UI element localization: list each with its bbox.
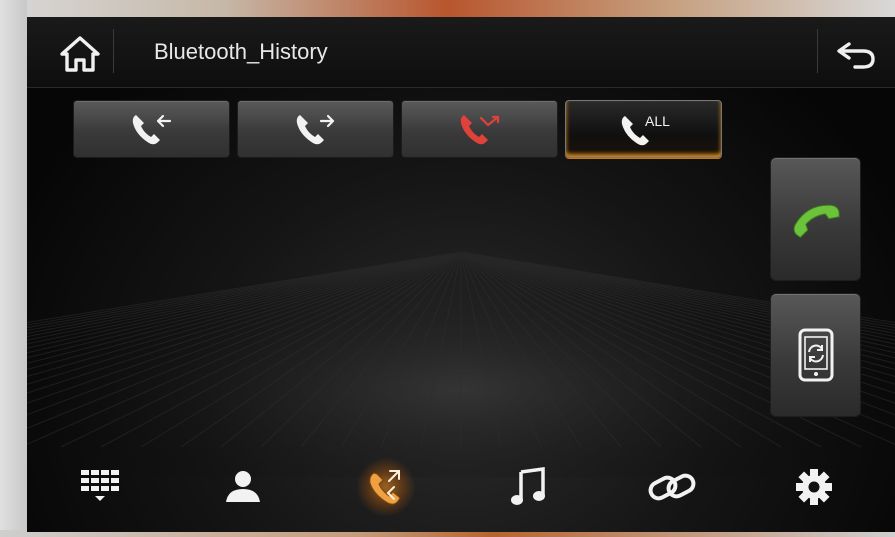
- header-bar: Bluetooth_History: [27, 17, 895, 88]
- music-note-icon: [511, 466, 545, 505]
- tab-incoming-calls[interactable]: [73, 100, 230, 158]
- contacts-icon: [226, 471, 260, 502]
- settings-gear-icon: [796, 469, 832, 505]
- nav-call-history[interactable]: [341, 452, 431, 522]
- bottom-nav: [27, 447, 895, 532]
- back-button[interactable]: [827, 29, 887, 79]
- tab-outgoing-calls[interactable]: [237, 100, 394, 158]
- nav-bluetooth-link[interactable]: [627, 452, 717, 522]
- page-title: Bluetooth_History: [154, 39, 328, 64]
- missed-call-icon: [460, 115, 499, 145]
- call-phone-icon: [793, 204, 840, 239]
- nav-dialpad[interactable]: [55, 452, 145, 522]
- dialpad-icon: [81, 470, 119, 501]
- nav-settings[interactable]: [769, 452, 859, 522]
- back-arrow-icon: [837, 42, 875, 69]
- sync-phone-button[interactable]: [770, 293, 861, 417]
- tab-all-label: ALL: [645, 113, 670, 129]
- call-history-icon: [369, 470, 401, 505]
- phone-sync-icon: [798, 328, 833, 382]
- screen: Bluetooth_History ALL: [27, 17, 895, 532]
- nav-contacts[interactable]: [198, 452, 288, 522]
- home-button[interactable]: [50, 29, 110, 79]
- device-bezel-left: [0, 0, 27, 537]
- header-separator: [817, 29, 818, 73]
- incoming-call-icon: [132, 114, 171, 145]
- header-separator: [113, 29, 114, 73]
- outgoing-call-icon: [296, 114, 334, 145]
- tab-missed-calls[interactable]: [401, 100, 558, 158]
- tab-all-calls[interactable]: ALL: [565, 100, 722, 158]
- home-icon: [60, 36, 100, 72]
- nav-music[interactable]: [484, 452, 574, 522]
- link-icon: [648, 473, 696, 501]
- call-button[interactable]: [770, 157, 861, 281]
